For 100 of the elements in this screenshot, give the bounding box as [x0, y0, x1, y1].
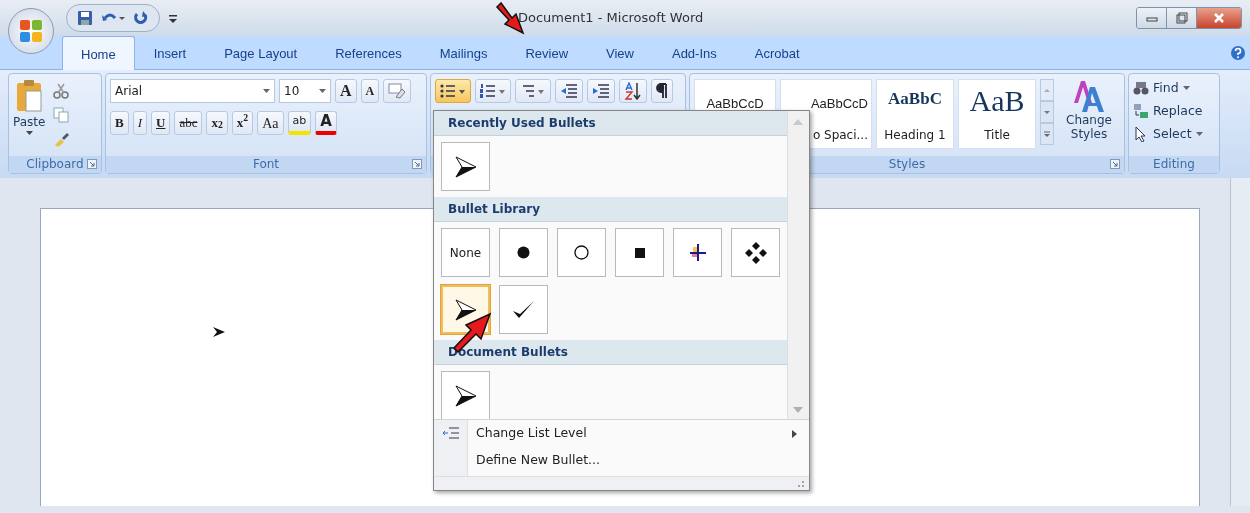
format-button[interactable]: x$^{2}$: [231, 111, 254, 135]
grow-font-button[interactable]: A: [335, 79, 357, 103]
style-sample: AaBbCcD: [810, 95, 868, 113]
caret-icon: [1182, 86, 1190, 91]
style-name: o Spaci...: [812, 127, 868, 144]
caret-icon: [263, 89, 270, 93]
styles-icon: [1072, 79, 1106, 113]
format-button[interactable]: x$_{2}$: [206, 111, 228, 135]
list-level-icon: [442, 426, 460, 439]
shrink-font-button[interactable]: A: [360, 79, 380, 103]
bullet-option[interactable]: None: [441, 228, 490, 277]
increase-indent-button[interactable]: [587, 79, 615, 103]
ribbon-tab[interactable]: View: [587, 34, 653, 69]
decrease-indent-button[interactable]: [555, 79, 583, 103]
office-button[interactable]: [8, 8, 54, 54]
ribbon-tab[interactable]: Review: [506, 34, 587, 69]
highlight-button[interactable]: ab: [287, 111, 312, 135]
restore-button[interactable]: [1167, 8, 1197, 28]
customize-icon[interactable]: [168, 12, 178, 24]
diamonds-icon: [744, 241, 767, 264]
ribbon-tab[interactable]: Home: [62, 35, 135, 70]
close-button[interactable]: [1197, 8, 1241, 28]
style-sample: AaB: [969, 86, 1025, 116]
dialog-launcher-icon[interactable]: [412, 159, 422, 169]
bullet-option[interactable]: [441, 142, 490, 191]
group-label: Editing: [1153, 157, 1195, 171]
pilcrow-icon: [656, 83, 668, 99]
format-button[interactable]: U: [151, 111, 171, 135]
arrowhead-icon: [454, 298, 477, 321]
close-icon: [1213, 12, 1225, 24]
menu-section-header: Bullet Library: [434, 197, 787, 222]
format-button[interactable]: I: [132, 111, 147, 135]
font-color-button[interactable]: A: [315, 111, 337, 135]
dialog-launcher-icon[interactable]: [87, 159, 97, 169]
font-size-field[interactable]: 10: [279, 79, 331, 103]
format-button[interactable]: Aa: [257, 111, 284, 135]
replace-icon: [1133, 103, 1149, 120]
ribbon-tab[interactable]: References: [316, 34, 421, 69]
arrowhead-bullet-icon: [213, 327, 225, 337]
ribbon-tab[interactable]: Add-Ins: [652, 34, 736, 69]
numbered-list-icon: [480, 83, 506, 99]
group-label: Clipboard: [26, 157, 84, 171]
group-label: Styles: [888, 157, 926, 171]
multilevel-list-icon: [520, 83, 546, 99]
arrowhead-icon: [454, 155, 477, 178]
multilevel-list-button[interactable]: [515, 79, 551, 103]
minimize-button[interactable]: [1137, 8, 1167, 28]
change-styles-button[interactable]: Change Styles: [1058, 79, 1120, 142]
decrease-indent-icon: [560, 83, 578, 99]
menu-item[interactable]: Change List Level: [434, 420, 809, 447]
bullet-option[interactable]: [441, 371, 490, 420]
editing-command[interactable]: Find: [1133, 79, 1215, 98]
ribbon-tab[interactable]: Page Layout: [205, 34, 317, 69]
brush-icon[interactable]: [53, 131, 70, 147]
ribbon-tab[interactable]: Insert: [134, 34, 206, 69]
circle-icon: [574, 245, 589, 260]
help-icon[interactable]: [1230, 45, 1246, 61]
window-title: Document1 - Microsoft Word: [518, 9, 704, 28]
bullet-option[interactable]: [499, 228, 548, 277]
paste-button[interactable]: Paste: [13, 79, 46, 154]
clipboard-icon: [15, 79, 44, 113]
style-name: Title: [984, 127, 1010, 144]
menu-item[interactable]: Define New Bullet...: [434, 447, 809, 474]
eraser-icon: [388, 83, 407, 99]
bullet-option[interactable]: [731, 228, 780, 277]
find-icon: [1133, 80, 1149, 97]
save-icon[interactable]: [77, 10, 93, 26]
style-name: Heading 1: [884, 127, 946, 144]
editing-command[interactable]: Replace: [1133, 101, 1215, 121]
caret-icon: [25, 131, 33, 135]
sort-icon: [624, 82, 642, 100]
restore-icon: [1175, 12, 1188, 24]
bullet-list-icon: [440, 83, 466, 99]
vertical-scrollbar[interactable]: [1230, 178, 1250, 506]
bullet-option[interactable]: [673, 228, 722, 277]
increase-indent-icon: [592, 83, 610, 99]
menu-section-header: Recently Used Bullets: [434, 111, 787, 136]
numbered-list-button[interactable]: [475, 79, 511, 103]
sort-button[interactable]: [619, 79, 647, 103]
format-button[interactable]: B: [110, 111, 129, 135]
editing-command[interactable]: Select: [1133, 124, 1215, 144]
redo-icon[interactable]: [133, 10, 149, 26]
arrowhead-icon: [454, 384, 477, 407]
dot-icon: [517, 246, 530, 259]
bullets-button[interactable]: [435, 79, 471, 103]
bullet-option[interactable]: [615, 228, 664, 277]
style-tile[interactable]: AaB Title: [958, 79, 1036, 149]
square-icon: [634, 247, 645, 258]
ribbon-tab[interactable]: Acrobat: [735, 34, 819, 69]
dialog-launcher-icon[interactable]: [1110, 159, 1120, 169]
clear-formatting-button[interactable]: [383, 79, 412, 103]
format-button[interactable]: abc: [174, 111, 203, 135]
show-formatting-button[interactable]: [651, 79, 673, 103]
menu-section-header: Document Bullets: [434, 340, 787, 365]
style-tile[interactable]: AaBbC Heading 1: [876, 79, 954, 149]
style-sample: AaBbC: [888, 88, 942, 110]
caret-icon: [319, 89, 326, 93]
cut-icon[interactable]: [53, 83, 70, 99]
font-name-field[interactable]: Arial: [110, 79, 275, 103]
ribbon-tab[interactable]: Mailings: [420, 34, 507, 69]
